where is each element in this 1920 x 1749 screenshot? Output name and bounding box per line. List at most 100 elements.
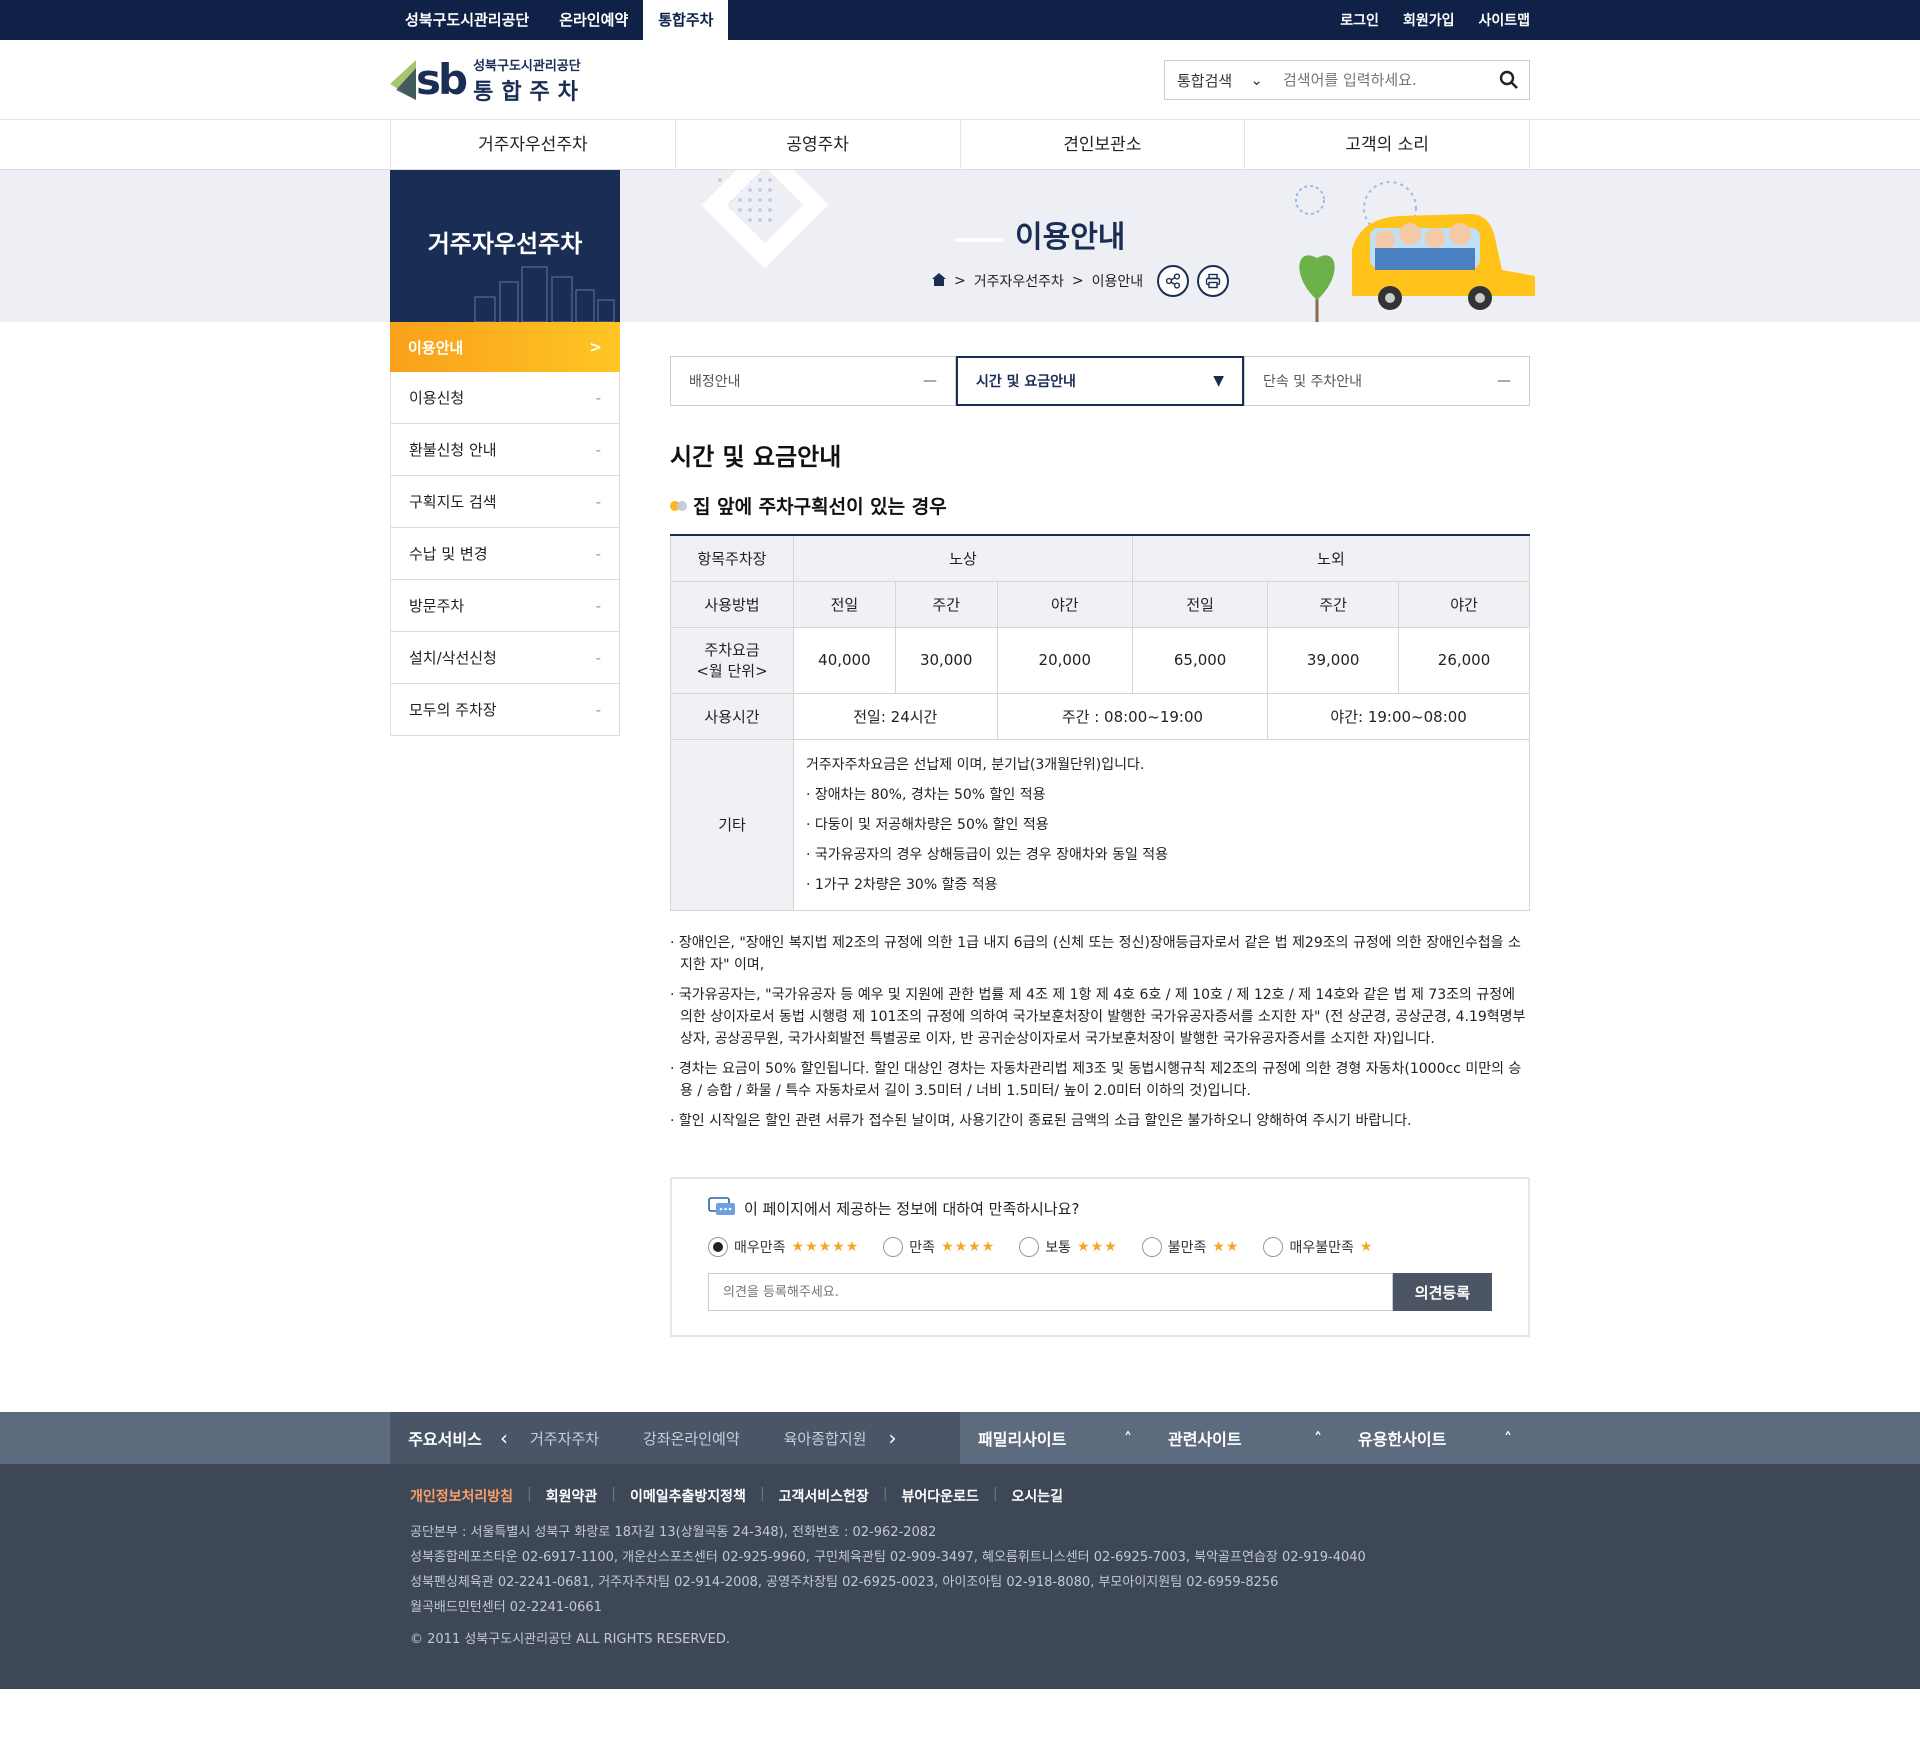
table-header: 전일 — [1131, 580, 1269, 628]
rating-label: 불만족 — [1167, 1240, 1207, 1256]
dash-icon: - — [595, 492, 601, 511]
side-item-apply[interactable]: 이용신청 - — [390, 372, 620, 424]
nav-resident-parking[interactable]: 거주자우선주차 — [391, 120, 676, 170]
rating-label: 보통 — [1045, 1240, 1072, 1256]
viewer-link[interactable]: 뷰어다운로드 — [902, 1486, 979, 1506]
terms-link[interactable]: 회원약관 — [546, 1486, 598, 1506]
related-site-toggle[interactable]: 관련사이트 ˄ — [1150, 1412, 1340, 1464]
rating-label: 매우불만족 — [1289, 1240, 1354, 1256]
dash-icon: - — [595, 544, 601, 563]
divider: | — [882, 1486, 888, 1502]
table-header: 노외 — [1131, 534, 1531, 582]
side-item-map-search[interactable]: 구획지도 검색 - — [390, 476, 620, 528]
opinion-input[interactable] — [708, 1273, 1393, 1311]
service-link[interactable]: 강좌온라인예약 — [621, 1428, 762, 1449]
footer-info-line: 성북펜싱체육관 02-2241-0681, 거주자주차팀 02-914-2008… — [410, 1575, 1279, 1590]
breadcrumb-item[interactable]: 거주자우선주차 — [974, 271, 1064, 291]
tab-enforcement[interactable]: 단속 및 주차안내 — — [1244, 356, 1530, 406]
decor-diamond — [701, 170, 829, 269]
breadcrumb-item[interactable]: 이용안내 — [1092, 271, 1144, 291]
logo-icon — [390, 60, 416, 100]
sitemap-link[interactable]: 사이트맵 — [1478, 10, 1530, 30]
side-item-label: 모두의 주차장 — [409, 701, 497, 719]
minus-icon: — — [923, 373, 937, 389]
side-item-label: 설치/삭선신청 — [409, 649, 497, 667]
tab-time-fee[interactable]: 시간 및 요금안내 ▼ — [956, 356, 1244, 406]
site-label: 관련사이트 — [1168, 1430, 1242, 1449]
chevron-left-icon[interactable]: ‹ — [500, 1426, 508, 1450]
side-item-label: 수납 및 변경 — [409, 545, 488, 563]
notes-list: · 장애인은, "장애인 복지법 제2조의 규정에 의한 1급 내지 6급의 (… — [670, 932, 1530, 1140]
chevron-right-icon[interactable]: › — [888, 1426, 896, 1450]
table-cell: 39,000 — [1267, 626, 1400, 694]
search-button[interactable] — [1489, 61, 1529, 99]
rating-satisfied[interactable]: 만족 ★★★★ — [883, 1237, 995, 1257]
chevron-up-icon: ˄ — [1504, 1428, 1512, 1448]
radio-button[interactable] — [1141, 1237, 1162, 1257]
logo[interactable]: sb 성북구도시관리공단 통합주차 — [390, 55, 586, 106]
side-item-install[interactable]: 설치/삭선신청 - — [390, 632, 620, 684]
side-item-refund[interactable]: 환불신청 안내 - — [390, 424, 620, 476]
side-item-usage-guide[interactable]: 이용안내 > — [390, 322, 620, 372]
share-icon — [1166, 273, 1181, 289]
title-bar-decor — [955, 238, 1003, 242]
search-input[interactable] — [1275, 61, 1489, 99]
car-family-illustration — [1295, 181, 1535, 322]
table-header: 사용방법 — [670, 580, 794, 628]
nav-customer-voice[interactable]: 고객의 소리 — [1245, 120, 1530, 170]
radio-button[interactable] — [883, 1237, 904, 1257]
rating-label: 매우만족 — [734, 1240, 786, 1256]
top-link-parking[interactable]: 통합주차 — [643, 0, 729, 40]
tab-assignment[interactable]: 배정안내 — — [670, 356, 956, 406]
bullet-dots-icon — [670, 500, 687, 511]
etc-line: · 장애차는 80%, 경차는 50% 할인 적용 — [806, 786, 1046, 803]
etc-line: 거주자주차요금은 선납제 이며, 분기납(3개월단위)입니다. — [806, 756, 1145, 773]
rating-unsatisfied[interactable]: 불만족 ★★ — [1141, 1237, 1240, 1257]
site-label: 유용한사이트 — [1358, 1430, 1447, 1449]
search-scope-select[interactable]: 통합검색 ⌄ — [1165, 61, 1275, 99]
side-item-shared-parking[interactable]: 모두의 주차장 - — [390, 684, 620, 736]
rating-very-satisfied[interactable]: 매우만족 ★★★★★ — [708, 1237, 859, 1257]
star-icon: ★★★ — [1077, 1239, 1118, 1255]
search-icon — [1499, 70, 1518, 89]
star-icon: ★★★★★ — [791, 1239, 860, 1255]
table-cell: 65,000 — [1131, 626, 1269, 694]
share-button[interactable] — [1157, 265, 1190, 297]
side-item-visit-parking[interactable]: 방문주차 - — [390, 580, 620, 632]
top-link-corp[interactable]: 성북구도시관리공단 — [390, 0, 544, 40]
table-cell: 40,000 — [793, 626, 896, 694]
dash-icon: - — [595, 388, 601, 407]
directions-link[interactable]: 오시는길 — [1012, 1486, 1064, 1506]
radio-button[interactable] — [708, 1237, 728, 1257]
nav-towing-lot[interactable]: 견인보관소 — [961, 120, 1246, 170]
service-link[interactable]: 육아종합지원 — [762, 1428, 889, 1449]
search-box: 통합검색 ⌄ — [1164, 60, 1530, 100]
home-icon[interactable] — [932, 272, 946, 290]
top-link-reservation[interactable]: 온라인예약 — [544, 0, 643, 40]
rating-very-unsatisfied[interactable]: 매우불만족 ★ — [1263, 1237, 1373, 1257]
sub-visual: 거주자우선주차 이용안내 > 거주자우선주차 > 이용안내 — [0, 170, 1920, 322]
signup-link[interactable]: 회원가입 — [1403, 10, 1455, 30]
radio-button[interactable] — [1263, 1237, 1284, 1257]
section-heading: 집 앞에 주차구획선이 있는 경우 — [670, 492, 947, 519]
privacy-link[interactable]: 개인정보처리방침 — [410, 1486, 513, 1506]
login-link[interactable]: 로그인 — [1340, 10, 1379, 30]
useful-site-toggle[interactable]: 유용한사이트 ˄ — [1340, 1412, 1530, 1464]
family-site-toggle[interactable]: 패밀리사이트 ˄ — [960, 1412, 1150, 1464]
email-policy-link[interactable]: 이메일추출방지정책 — [630, 1486, 746, 1506]
chevron-up-icon: ˄ — [1124, 1428, 1132, 1448]
rating-neutral[interactable]: 보통 ★★★ — [1019, 1237, 1117, 1257]
chevron-down-icon: ⌄ — [1250, 71, 1263, 89]
table-row-header: 사용시간 — [670, 692, 794, 740]
chevron-right-icon: > — [954, 273, 966, 289]
radio-button[interactable] — [1019, 1237, 1040, 1257]
print-button[interactable] — [1197, 265, 1230, 297]
table-cell: 야간: 19:00~08:00 — [1267, 692, 1530, 740]
side-item-payment[interactable]: 수납 및 변경 - — [390, 528, 620, 580]
service-link[interactable]: 거주자주차 — [508, 1428, 621, 1449]
table-cell: 30,000 — [894, 626, 998, 694]
charter-link[interactable]: 고객서비스헌장 — [779, 1486, 869, 1506]
table-cell: 전일: 24시간 — [793, 692, 998, 740]
submit-opinion-button[interactable]: 의견등록 — [1392, 1273, 1492, 1311]
nav-public-parking[interactable]: 공영주차 — [676, 120, 961, 170]
